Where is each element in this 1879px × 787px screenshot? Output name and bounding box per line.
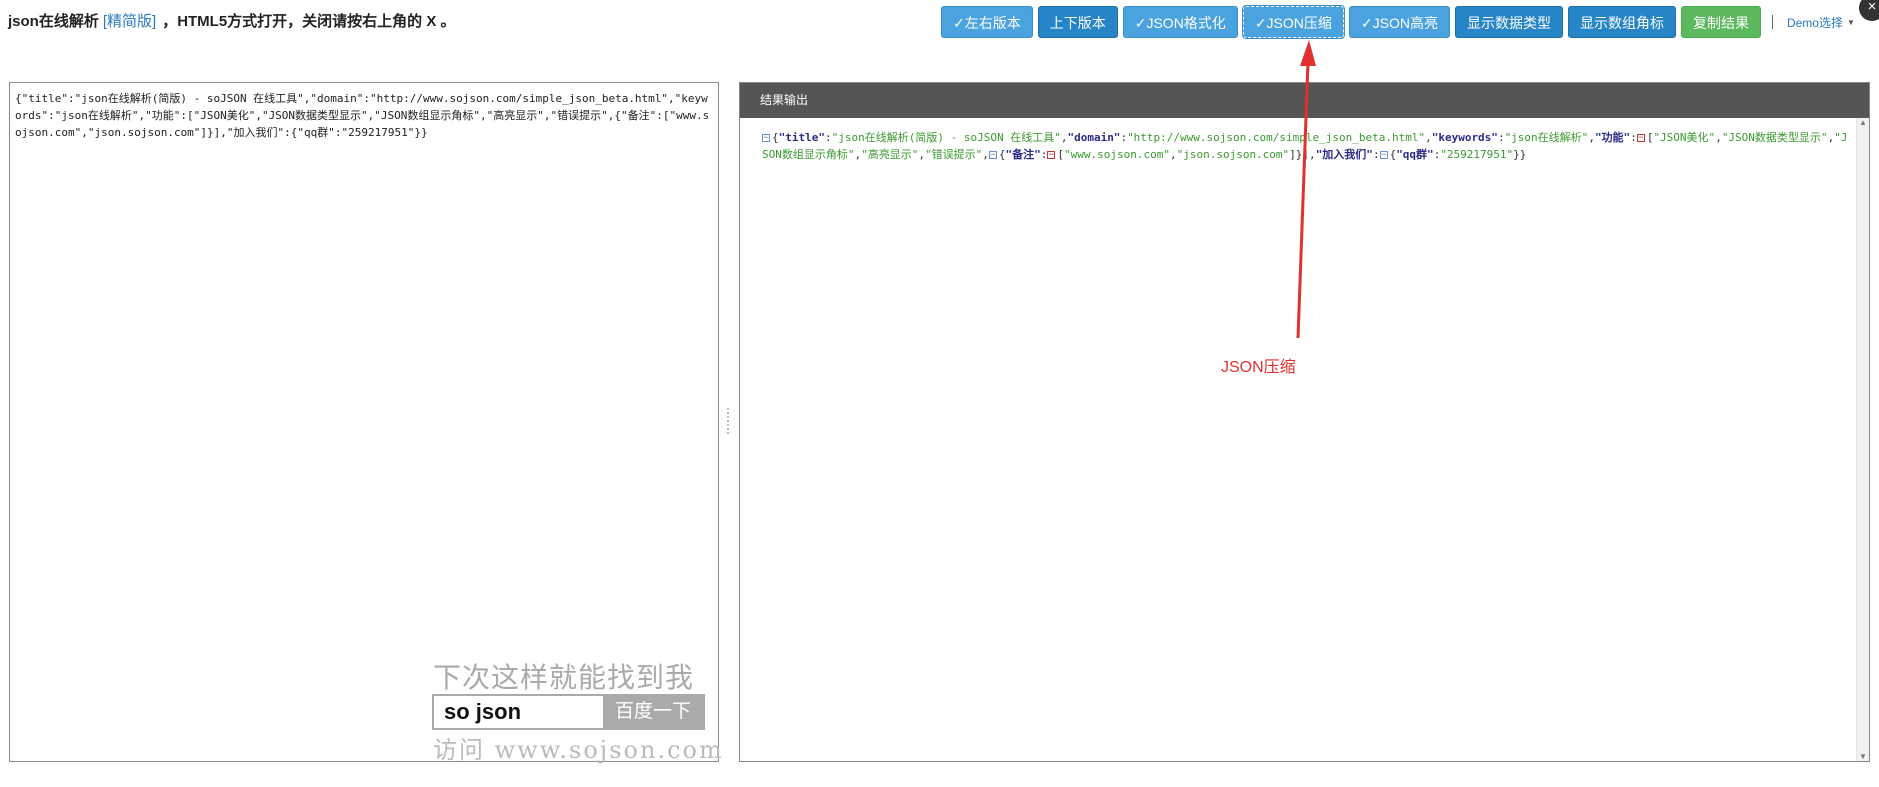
collapse-toggle-icon[interactable]: − (1047, 151, 1056, 160)
pane-splitter-handle[interactable] (727, 408, 733, 434)
result-header: 结果输出 (740, 83, 1869, 118)
ad-slogan: 下次这样就能找到我 (433, 661, 695, 694)
scroll-up-icon[interactable]: ▲ (1859, 118, 1867, 127)
json-compress-button[interactable]: ✓JSON压缩 (1241, 5, 1345, 39)
collapse-toggle-icon[interactable]: − (1636, 134, 1645, 143)
show-data-type-button[interactable]: 显示数据类型 (1454, 6, 1563, 38)
json-string: "259217951" (1440, 148, 1514, 161)
json-string: "http://www.sojson.com/simple_json_beta.… (1127, 131, 1426, 144)
ad-url: 访问 www.sojson.com (433, 736, 724, 764)
json-string: "json.sojson.com" (1176, 148, 1290, 161)
toolbar-divider (1771, 15, 1773, 29)
ad-search-text: so json (444, 699, 522, 724)
show-array-index-button[interactable]: 显示数组角标 (1567, 6, 1676, 38)
collapse-toggle-icon[interactable]: − (1379, 151, 1388, 160)
demo-select[interactable]: Demo选择 (1787, 14, 1843, 31)
json-string: "错误提示" (925, 148, 983, 161)
json-key: "加入我们" (1315, 148, 1373, 161)
page-title: json在线解析 [精简版] ，HTML5方式打开，关闭请按右上角的 X 。 (8, 12, 456, 32)
result-json: − {"title":"json在线解析(简版) - soJSON 在线工具","… (762, 131, 1848, 161)
json-string: "JSON数据类型显示" (1721, 131, 1828, 144)
ad-search-box: so json 百度一下 (432, 694, 705, 730)
json-highlight-button[interactable]: ✓JSON高亮 (1348, 6, 1450, 38)
json-key: "功能" (1594, 131, 1631, 144)
chevron-down-icon[interactable]: ▼ (1847, 18, 1855, 27)
json-string: "json在线解析" (1504, 131, 1589, 144)
json-input-text[interactable]: {"title":"json在线解析(简版) - soJSON 在线工具","d… (10, 83, 718, 148)
json-string: "json在线解析(简版) - soJSON 在线工具" (831, 131, 1061, 144)
json-string: "高亮显示" (861, 148, 919, 161)
title-prefix: json在线解析 (8, 13, 99, 30)
json-format-button[interactable]: ✓JSON格式化 (1122, 6, 1238, 38)
collapse-toggle-icon[interactable]: − (988, 151, 997, 160)
top-bottom-version-button[interactable]: 上下版本 (1037, 6, 1118, 38)
annotation-arrow-head (1300, 40, 1316, 66)
result-panel: 结果输出 ▲ ▼ − {"title":"json在线解析(简版) - soJSO… (739, 82, 1870, 762)
copy-result-button[interactable]: 复制结果 (1680, 6, 1761, 38)
json-key: "qq群" (1396, 148, 1434, 161)
toolbar: ✓左右版本 上下版本 ✓JSON格式化 ✓JSON压缩 ✓JSON高亮 显示数据… (941, 5, 1855, 39)
collapse-toggle-icon[interactable]: − (762, 134, 770, 143)
json-key: "domain" (1067, 131, 1121, 144)
result-scrollbar[interactable]: ▲ ▼ (1856, 118, 1869, 761)
close-icon[interactable]: × (1859, 0, 1879, 21)
title-suffix: ，HTML5方式打开，关闭请按右上角的 X 。 (162, 13, 456, 30)
json-key: "备注" (1005, 148, 1041, 161)
json-string: "www.sojson.com" (1064, 148, 1170, 161)
left-right-version-button[interactable]: ✓左右版本 (941, 6, 1033, 38)
annotation-label: JSON压缩 (1221, 359, 1296, 376)
json-string: "JSON美化" (1653, 131, 1716, 144)
simple-version-link[interactable]: [精简版] (103, 13, 156, 30)
json-key: "title" (778, 131, 825, 144)
json-key: "keywords" (1431, 131, 1498, 144)
scroll-down-icon[interactable]: ▼ (1859, 752, 1867, 761)
ad-search-button: 百度一下 (603, 696, 703, 728)
